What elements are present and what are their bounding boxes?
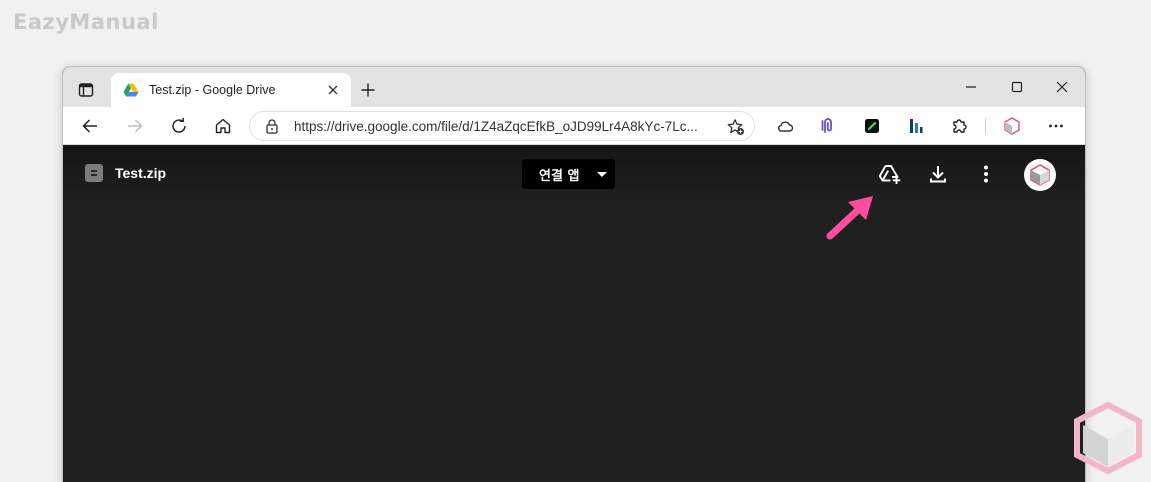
tab-close-button[interactable] bbox=[325, 82, 341, 98]
maximize-button[interactable] bbox=[1005, 77, 1029, 97]
close-icon bbox=[1056, 81, 1068, 93]
minimize-button[interactable] bbox=[959, 77, 983, 97]
maximize-icon bbox=[1011, 81, 1023, 93]
address-toolbar: https://drive.google.com/file/d/1Z4aZqcE… bbox=[63, 107, 1085, 145]
refresh-icon bbox=[172, 118, 186, 133]
drive-file-viewer: Test.zip 연결 앱 bbox=[63, 146, 1085, 482]
paperclip-icon bbox=[821, 118, 832, 133]
arrow-left-icon bbox=[82, 119, 97, 133]
open-with-button[interactable]: 연결 앱 bbox=[522, 159, 615, 189]
google-drive-icon bbox=[123, 82, 139, 98]
plus-icon bbox=[361, 83, 375, 97]
profile-button[interactable] bbox=[1002, 116, 1022, 136]
more-vert-icon bbox=[984, 165, 988, 183]
bars-icon bbox=[910, 119, 923, 133]
extension-bars-button[interactable] bbox=[906, 116, 926, 136]
tab-title: Test.zip - Google Drive bbox=[149, 83, 276, 97]
open-with-label: 연결 앱 bbox=[539, 168, 580, 184]
cloud-icon bbox=[778, 121, 794, 132]
home-button[interactable] bbox=[213, 116, 233, 136]
star-add-icon bbox=[727, 119, 744, 135]
toolbar-separator bbox=[985, 118, 986, 134]
close-window-button[interactable] bbox=[1050, 77, 1074, 97]
caret-down-icon bbox=[597, 172, 607, 177]
extension-cloud-button[interactable] bbox=[775, 116, 795, 136]
more-horiz-icon bbox=[1049, 124, 1063, 128]
lock-icon[interactable] bbox=[264, 118, 280, 134]
back-button[interactable] bbox=[80, 116, 100, 136]
file-name: Test.zip bbox=[115, 165, 167, 181]
tab-actions-icon bbox=[78, 83, 94, 97]
new-tab-button[interactable] bbox=[359, 81, 377, 99]
profile-cube-icon bbox=[1004, 117, 1020, 135]
add-to-drive-button[interactable] bbox=[878, 162, 902, 186]
home-icon bbox=[215, 118, 231, 134]
extensions-button[interactable] bbox=[949, 116, 969, 136]
account-avatar[interactable] bbox=[1024, 159, 1056, 191]
add-to-drive-icon bbox=[878, 165, 901, 184]
highlight-arrow-icon bbox=[826, 196, 873, 240]
profile-cube-icon bbox=[1030, 164, 1050, 186]
tab-actions-button[interactable] bbox=[77, 81, 95, 99]
download-icon bbox=[930, 166, 946, 183]
browser-window: Test.zip - Google Drive https://drive.go… bbox=[62, 66, 1086, 482]
more-actions-button[interactable] bbox=[974, 162, 998, 186]
active-tab[interactable]: Test.zip - Google Drive bbox=[111, 73, 351, 107]
eazymanual-watermark: EazyManual bbox=[13, 10, 159, 34]
extension-link-button[interactable] bbox=[862, 116, 882, 136]
refresh-button[interactable] bbox=[169, 116, 189, 136]
minimize-icon bbox=[966, 86, 976, 88]
forward-button[interactable] bbox=[125, 116, 145, 136]
download-button[interactable] bbox=[926, 162, 950, 186]
address-bar[interactable]: https://drive.google.com/file/d/1Z4aZqcE… bbox=[249, 111, 755, 141]
tab-bar: Test.zip - Google Drive bbox=[63, 67, 1085, 107]
settings-menu-button[interactable] bbox=[1046, 116, 1066, 136]
archive-file-icon bbox=[85, 164, 103, 182]
eazymanual-cube-logo bbox=[1074, 401, 1142, 475]
close-icon bbox=[328, 85, 338, 95]
extension-clip-button[interactable] bbox=[818, 116, 838, 136]
arrow-right-icon bbox=[128, 119, 143, 133]
address-url[interactable]: https://drive.google.com/file/d/1Z4aZqcE… bbox=[294, 119, 722, 134]
add-favorite-button[interactable] bbox=[726, 117, 746, 137]
puzzle-icon bbox=[953, 119, 967, 133]
link-square-icon bbox=[865, 119, 879, 133]
